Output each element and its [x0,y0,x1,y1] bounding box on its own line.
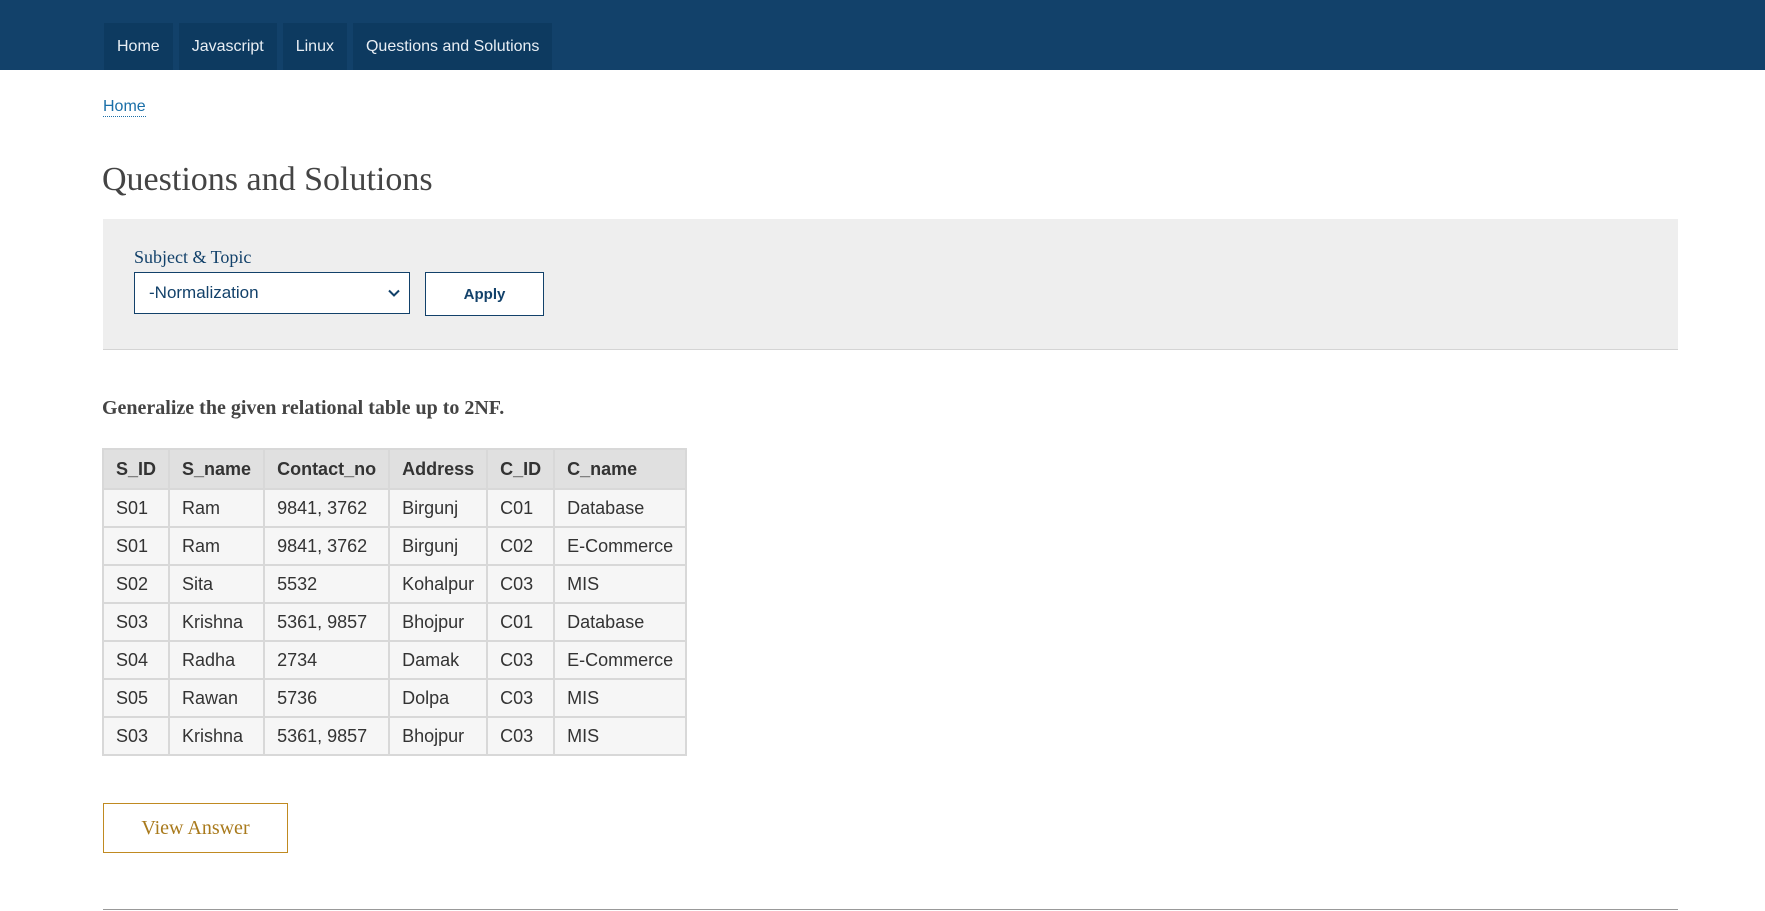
column-header: C_ID [486,448,556,490]
table-cell: Damak [388,640,489,680]
table-cell: C03 [486,716,556,756]
chevron-down-icon [388,289,400,297]
column-header: C_name [553,448,688,490]
table-row: S04 Radha 2734 Damak C03 E-Commerce [101,640,688,680]
table-cell: S04 [101,640,171,680]
table-cell: 5736 [263,678,391,718]
column-header: S_ID [101,448,171,490]
table-cell: Radha [168,640,266,680]
filter-panel: Subject & Topic -Normalization Apply [103,219,1678,350]
table-cell: Database [553,602,688,642]
table-cell: C01 [486,488,556,528]
nav-item-linux[interactable]: Linux [282,23,347,70]
table-cell: 5361, 9857 [263,602,391,642]
table-cell: MIS [553,678,688,718]
table-cell: MIS [553,716,688,756]
view-answer-button[interactable]: View Answer [103,803,288,853]
nav-item-home[interactable]: Home [104,23,173,70]
table-cell: Birgunj [388,526,489,566]
subject-topic-selected-value: -Normalization [149,283,259,302]
table-row: S03 Krishna 5361, 9857 Bhojpur C03 MIS [101,716,688,756]
table-header-row: S_ID S_name Contact_no Address C_ID C_na… [101,448,688,490]
apply-button[interactable]: Apply [425,272,544,316]
column-header: S_name [168,448,266,490]
table-cell: E-Commerce [553,526,688,566]
table-cell: 5361, 9857 [263,716,391,756]
table-cell: Dolpa [388,678,489,718]
table-row: S01 Ram 9841, 3762 Birgunj C02 E-Commerc… [101,526,688,566]
table-cell: 5532 [263,564,391,604]
table-cell: E-Commerce [553,640,688,680]
table-row: S02 Sita 5532 Kohalpur C03 MIS [101,564,688,604]
table-cell: C03 [486,564,556,604]
relational-table: S_ID S_name Contact_no Address C_ID C_na… [101,448,688,756]
table-cell: 9841, 3762 [263,488,391,528]
table-row: S01 Ram 9841, 3762 Birgunj C01 Database [101,488,688,528]
table-cell: Bhojpur [388,602,489,642]
table-cell: Krishna [168,602,266,642]
table-cell: Rawan [168,678,266,718]
table-cell: S02 [101,564,171,604]
table-cell: S01 [101,488,171,528]
table-cell: Database [553,488,688,528]
table-cell: Ram [168,488,266,528]
breadcrumb-home-link[interactable]: Home [103,98,146,117]
column-header: Contact_no [263,448,391,490]
subject-topic-label: Subject & Topic [134,247,252,267]
table-cell: MIS [553,564,688,604]
table-row: S05 Rawan 5736 Dolpa C03 MIS [101,678,688,718]
question-text: Generalize the given relational table up… [102,397,505,419]
table-cell: Bhojpur [388,716,489,756]
table-cell: Sita [168,564,266,604]
table-cell: 2734 [263,640,391,680]
page-title: Questions and Solutions [102,161,433,198]
table-row: S03 Krishna 5361, 9857 Bhojpur C01 Datab… [101,602,688,642]
table-cell: S05 [101,678,171,718]
subject-topic-select[interactable]: -Normalization [134,272,410,314]
table-cell: S03 [101,602,171,642]
table-cell: C03 [486,678,556,718]
table-cell: S01 [101,526,171,566]
table-cell: S03 [101,716,171,756]
site-header: Home Javascript Linux Questions and Solu… [0,0,1765,70]
nav-item-javascript[interactable]: Javascript [178,23,277,70]
table-cell: Birgunj [388,488,489,528]
main-nav: Home Javascript Linux Questions and Solu… [104,23,553,70]
table-cell: 9841, 3762 [263,526,391,566]
table-cell: C01 [486,602,556,642]
table-cell: C03 [486,640,556,680]
table-cell: Kohalpur [388,564,489,604]
nav-item-questions-and-solutions[interactable]: Questions and Solutions [352,23,553,70]
column-header: Address [388,448,489,490]
table-cell: C02 [486,526,556,566]
section-divider [103,909,1678,910]
table-cell: Krishna [168,716,266,756]
table-cell: Ram [168,526,266,566]
